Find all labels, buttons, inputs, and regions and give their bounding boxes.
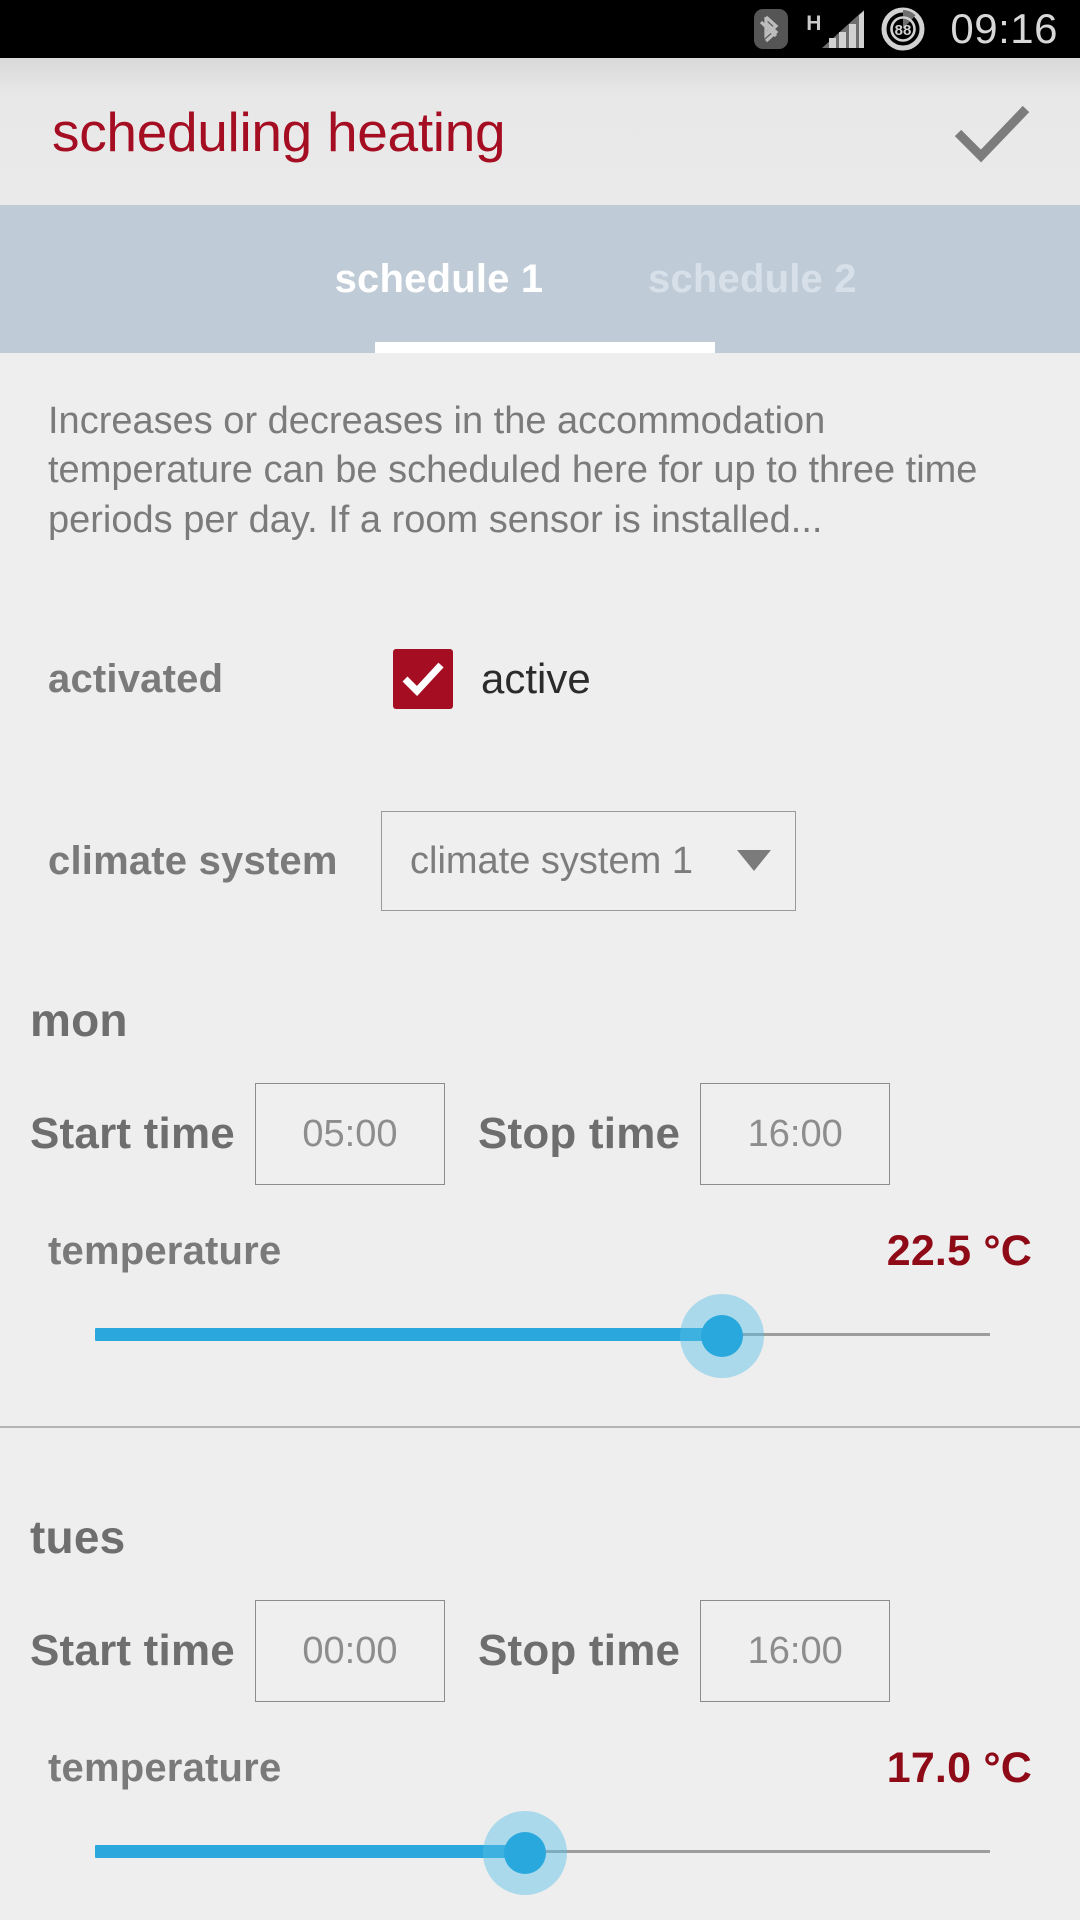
- slider-fill-tues: [95, 1845, 525, 1859]
- start-time-label-tues: Start time: [30, 1626, 235, 1676]
- climate-system-selected-value: climate system 1: [410, 839, 693, 882]
- start-time-value-mon: 05:00: [302, 1112, 398, 1155]
- schedule-content: Increases or decreases in the accommodat…: [0, 353, 1080, 1900]
- temperature-row-mon: temperature 22.5 °C: [0, 1227, 1080, 1276]
- action-bar: scheduling heating: [0, 58, 1080, 211]
- start-time-field-tues[interactable]: 00:00: [254, 1600, 445, 1703]
- tab-schedule-2[interactable]: schedule 2: [648, 205, 948, 353]
- day-title-mon: mon: [30, 994, 128, 1047]
- bluetooth-icon: [754, 8, 789, 50]
- time-row-tues: Start time 00:00 Stop time 16:00: [0, 1600, 1080, 1703]
- tab-schedule-2-label: schedule 2: [648, 256, 857, 301]
- temperature-label-tues: temperature: [48, 1746, 282, 1791]
- tab-schedule-1-label: schedule 1: [334, 256, 544, 301]
- temperature-row-tues: temperature 17.0 °C: [0, 1744, 1080, 1793]
- confirm-button[interactable]: [946, 86, 1038, 178]
- stop-time-field-mon[interactable]: 16:00: [700, 1083, 891, 1186]
- status-bar-clock: 09:16: [950, 5, 1058, 52]
- active-checkbox[interactable]: [393, 649, 453, 710]
- tab-schedule-1[interactable]: schedule 1: [305, 205, 573, 353]
- battery-level-text: 88: [895, 22, 912, 39]
- time-row-mon: Start time 05:00 Stop time 16:00: [0, 1083, 1080, 1186]
- temperature-value-tues: 17.0 °C: [886, 1744, 1032, 1793]
- page-title: scheduling heating: [52, 100, 506, 163]
- checkmark-icon: [954, 105, 1030, 162]
- temperature-slider-mon[interactable]: [0, 1286, 1080, 1382]
- activated-label: activated: [48, 656, 224, 701]
- battery-icon: 88: [880, 6, 926, 52]
- temperature-label-mon: temperature: [48, 1229, 282, 1274]
- network-indicator: H: [802, 8, 866, 50]
- stop-time-label-mon: Stop time: [477, 1109, 681, 1159]
- climate-system-select[interactable]: climate system 1: [381, 811, 796, 912]
- slider-fill-mon: [95, 1328, 722, 1342]
- temperature-slider-tues[interactable]: [0, 1803, 1080, 1899]
- climate-system-row: climate system climate system 1: [0, 811, 1080, 912]
- status-bar: H 88 09:16: [0, 0, 1080, 58]
- climate-system-label: climate system: [48, 838, 338, 883]
- temperature-value-mon: 22.5 °C: [886, 1227, 1032, 1276]
- stop-time-value-mon: 16:00: [747, 1112, 843, 1155]
- active-checkbox-label: active: [481, 655, 591, 703]
- network-type-label: H: [806, 12, 822, 35]
- start-time-label-mon: Start time: [30, 1109, 235, 1159]
- start-time-field-mon[interactable]: 05:00: [254, 1083, 445, 1186]
- signal-bars-icon: [822, 10, 865, 48]
- status-bar-icons: H 88 09:16: [754, 6, 1058, 52]
- activated-row: activated active: [0, 631, 1080, 727]
- stop-time-label-tues: Stop time: [477, 1626, 681, 1676]
- day-title-tues: tues: [30, 1511, 126, 1564]
- slider-thumb-tues[interactable]: [503, 1832, 546, 1875]
- stop-time-value-tues: 16:00: [747, 1629, 843, 1672]
- chevron-down-icon: [737, 850, 771, 872]
- tab-selected-indicator: [375, 342, 715, 353]
- stop-time-field-tues[interactable]: 16:00: [700, 1600, 891, 1703]
- start-time-value-tues: 00:00: [302, 1629, 398, 1672]
- checkmark-icon: [402, 662, 444, 697]
- description-text: Increases or decreases in the accommodat…: [48, 400, 978, 541]
- tab-bar: schedule 1 schedule 2: [0, 205, 1080, 353]
- slider-thumb-mon[interactable]: [700, 1315, 743, 1358]
- section-divider: [0, 1426, 1080, 1429]
